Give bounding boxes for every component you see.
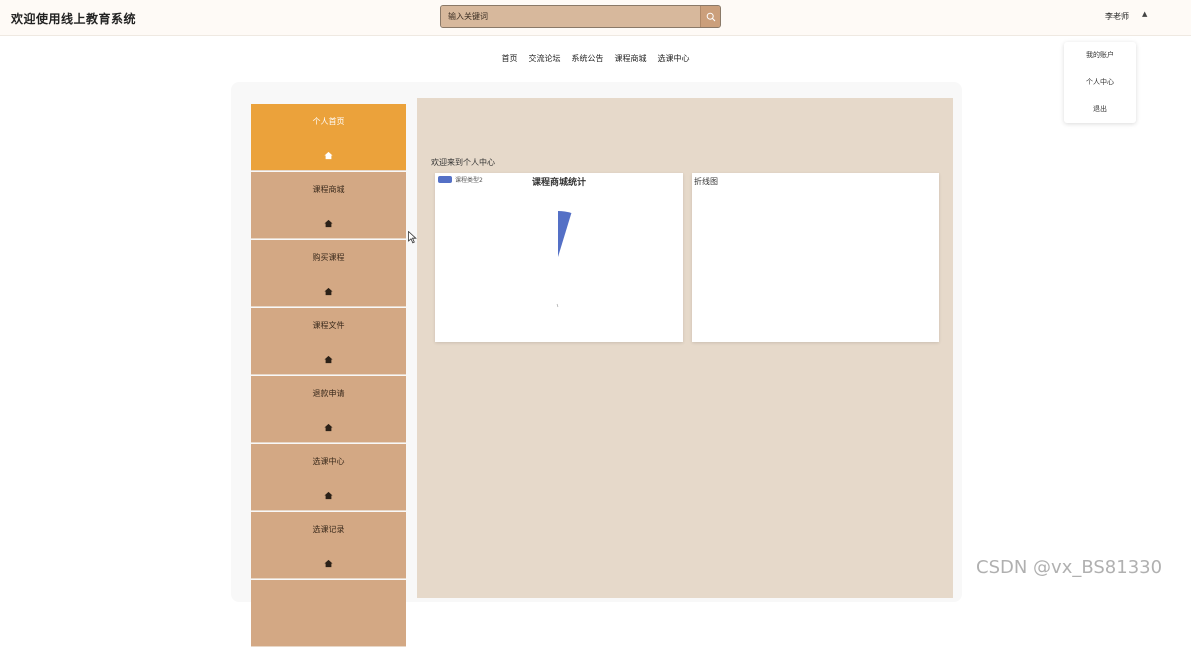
pie-chart — [556, 211, 572, 308]
home-icon — [324, 151, 333, 160]
mouse-cursor-icon — [408, 231, 417, 244]
pie-chart-card: 课程类型2 课程商城统计 — [435, 173, 683, 342]
nav-item-forum[interactable]: 交流论坛 — [529, 52, 561, 66]
menu-item-personal-center[interactable]: 个人中心 — [1064, 69, 1136, 96]
chevron-up-icon[interactable]: ▲ — [1142, 10, 1147, 18]
main-nav: 首页 交流论坛 系统公告 课程商城 选课中心 — [0, 52, 1191, 66]
line-chart-title: 折线图 — [694, 177, 718, 186]
sidebar-item-label: 课程文件 — [312, 321, 345, 330]
nav-item-course-selection[interactable]: 选课中心 — [658, 52, 690, 66]
user-name[interactable]: 李老师 — [1105, 11, 1129, 22]
nav-item-course-mall[interactable]: 课程商城 — [615, 52, 647, 66]
nav-item-home[interactable]: 首页 — [502, 52, 518, 66]
sidebar-item-selection-records[interactable]: 选课记录 — [251, 512, 406, 579]
sidebar-item-label: 课程商城 — [312, 185, 345, 194]
pie-label-line — [556, 303, 559, 308]
sidebar: 个人首页 课程商城 购买课程 课程文件 退款申请 选课中心 选课记录 — [251, 104, 406, 647]
top-header: 欢迎使用线上教育系统 李老师 ▲ — [0, 0, 1191, 36]
sidebar-item-personal-home[interactable]: 个人首页 — [251, 104, 406, 171]
sidebar-item-refund-request[interactable]: 退款申请 — [251, 376, 406, 443]
search-icon — [706, 12, 715, 21]
search-input[interactable] — [441, 6, 701, 27]
home-icon — [324, 219, 333, 228]
sidebar-item-course-selection[interactable]: 选课中心 — [251, 444, 406, 511]
sidebar-item-label: 退款申请 — [312, 389, 345, 398]
line-chart-card: 折线图 — [692, 173, 939, 342]
menu-item-logout[interactable]: 退出 — [1064, 96, 1136, 123]
home-icon — [324, 355, 333, 364]
home-icon — [324, 287, 333, 296]
sidebar-item-buy-course[interactable]: 购买课程 — [251, 240, 406, 307]
sidebar-item-label: 个人首页 — [312, 117, 345, 126]
nav-item-announcement[interactable]: 系统公告 — [572, 52, 604, 66]
welcome-text: 欢迎来到个人中心 — [431, 158, 495, 167]
sidebar-item-course-files[interactable]: 课程文件 — [251, 308, 406, 375]
search-button[interactable] — [700, 6, 720, 27]
home-icon — [324, 559, 333, 568]
sidebar-item-label: 购买课程 — [312, 253, 345, 262]
sidebar-item-course-mall[interactable]: 课程商城 — [251, 172, 406, 239]
search-box — [440, 5, 721, 28]
sidebar-item-more[interactable] — [251, 580, 406, 647]
pie-slice[interactable] — [558, 211, 572, 257]
home-icon — [324, 491, 333, 500]
sidebar-item-label: 选课中心 — [312, 457, 345, 466]
watermark: CSDN @vx_BS81330 — [976, 557, 1163, 578]
home-icon — [324, 423, 333, 432]
site-title: 欢迎使用线上教育系统 — [11, 12, 137, 26]
sidebar-item-label: 选课记录 — [312, 525, 345, 534]
